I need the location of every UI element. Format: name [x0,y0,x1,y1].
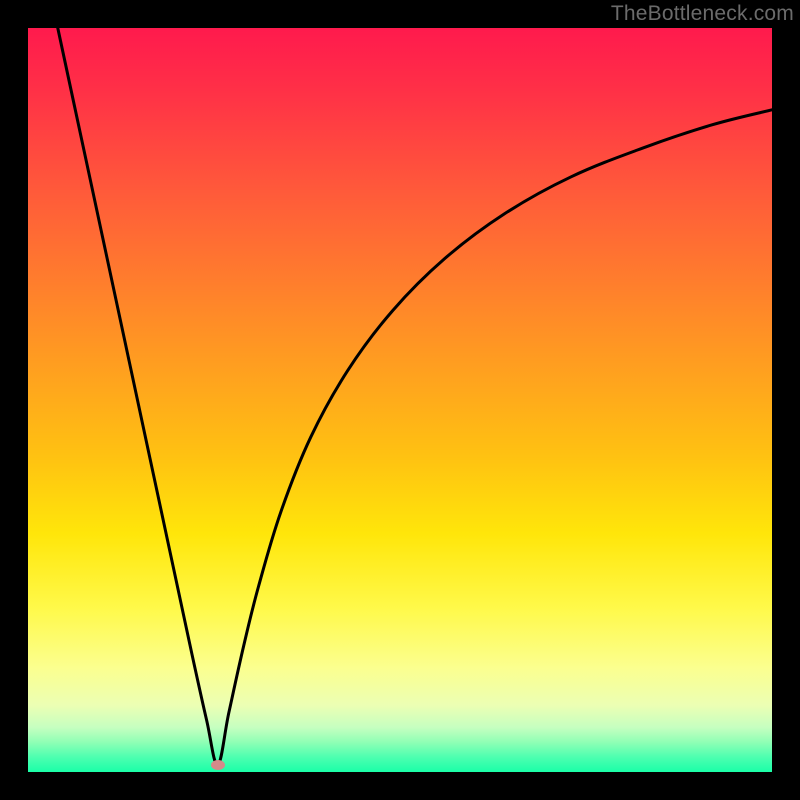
watermark-text: TheBottleneck.com [611,2,794,26]
bottleneck-curve [28,28,772,772]
chart-frame: TheBottleneck.com [0,0,800,800]
plot-area [28,28,772,772]
minimum-marker [211,760,225,770]
curve-path [58,28,772,765]
